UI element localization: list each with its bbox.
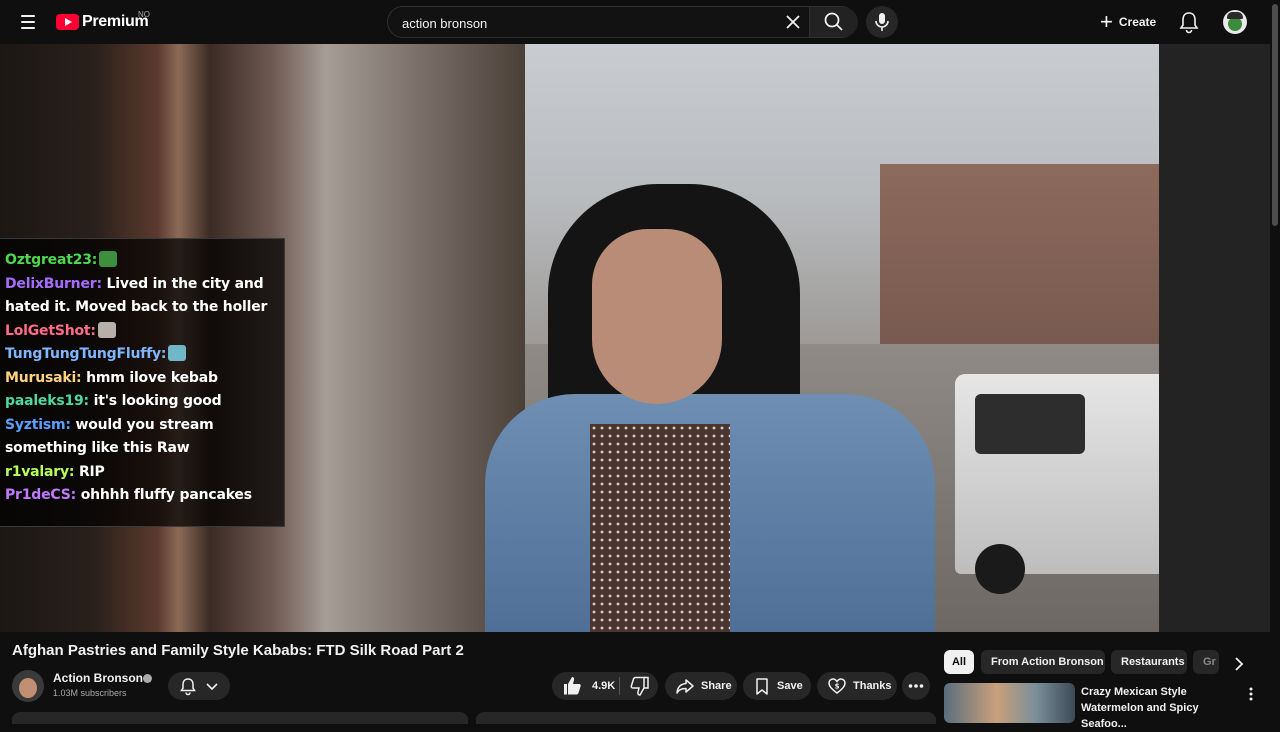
create-label: Create	[1118, 15, 1157, 29]
more-horizontal-icon	[908, 684, 924, 688]
search-box	[387, 6, 858, 39]
chat-text: hated it. Moved back to the holler	[5, 299, 268, 315]
thumbs-down-icon	[630, 676, 649, 696]
chat-message: Oztgreat23:	[5, 249, 118, 271]
related-video-thumbnail[interactable]	[944, 683, 1075, 723]
chat-message: something like this Raw	[5, 437, 190, 459]
channel-name[interactable]: Action Bronson	[53, 671, 143, 685]
thumbs-up-icon	[564, 677, 581, 695]
page-scrollbar[interactable]	[1270, 0, 1280, 720]
share-icon	[676, 679, 694, 694]
chat-username: Murusaki:	[5, 369, 82, 386]
chat-username: TungTungTungFluffy:	[5, 346, 167, 362]
chip-from-action-bronson[interactable]: From Action Bronson	[981, 650, 1105, 674]
region-code: NO	[138, 10, 150, 19]
share-button[interactable]: Share	[665, 672, 737, 700]
video-title: Afghan Pastries and Family Style Kababs:…	[12, 642, 464, 659]
chat-message: LolGetShot:	[5, 320, 116, 342]
notifications-bell-icon[interactable]	[1178, 10, 1200, 34]
search-input[interactable]	[400, 7, 774, 39]
chat-username: r1valary:	[5, 463, 75, 480]
youtube-premium-logo[interactable]: Premium	[56, 12, 149, 32]
dislike-button[interactable]	[622, 672, 658, 700]
chat-emote-icon	[168, 345, 187, 361]
video-player[interactable]: Oztgreat23: DelixBurner: Lived in the cit…	[0, 44, 1270, 632]
chevron-down-icon	[206, 683, 218, 691]
voice-search-button[interactable]	[866, 6, 898, 38]
chat-username: Oztgreat23:	[5, 252, 98, 268]
subscription-notifications-button[interactable]	[168, 672, 230, 700]
chat-username: Pr1deCS:	[5, 487, 77, 503]
chat-username: Syztism:	[5, 416, 71, 433]
thanks-label: Thanks	[853, 680, 892, 692]
search-icon	[824, 12, 843, 31]
account-avatar[interactable]	[1223, 10, 1247, 34]
chip-restaurants[interactable]: Restaurants	[1111, 650, 1187, 674]
chat-text: something like this Raw	[5, 440, 190, 456]
chat-text: Lived in the city and	[101, 275, 264, 292]
more-vertical-icon[interactable]	[1244, 686, 1258, 702]
verified-badge-icon	[143, 674, 152, 683]
subscriber-count: 1.03M subscribers	[53, 688, 127, 698]
chat-username: LolGetShot:	[5, 322, 96, 339]
chat-message: DelixBurner: Lived in the city and	[5, 273, 264, 295]
like-dislike-group: 4.9K	[552, 672, 658, 700]
chat-text: it's looking good	[88, 393, 222, 409]
chat-message: Syztism: would you stream	[5, 414, 214, 436]
chevron-right-icon[interactable]	[1228, 654, 1248, 674]
like-count: 4.9K	[592, 680, 616, 692]
create-button[interactable]: + Create	[1092, 6, 1164, 38]
comments-box[interactable]	[476, 712, 936, 724]
chat-text: would you stream	[70, 416, 214, 433]
youtube-play-icon	[56, 14, 79, 30]
chat-emote-icon	[97, 321, 116, 338]
scrollbar-thumb[interactable]	[1272, 4, 1278, 226]
top-bar: Premium NO + Create	[0, 0, 1280, 44]
more-actions-button[interactable]	[902, 672, 930, 700]
chat-text: RIP	[74, 463, 105, 480]
save-button[interactable]: Save	[743, 672, 811, 700]
channel-avatar[interactable]	[12, 670, 44, 702]
description-box[interactable]	[12, 712, 468, 724]
thanks-button[interactable]: $ Thanks	[817, 672, 897, 700]
svg-text:$: $	[835, 683, 840, 691]
chat-emote-icon	[99, 251, 118, 267]
microphone-icon	[875, 13, 889, 31]
chat-text: ohhhh fluffy pancakes	[76, 487, 252, 503]
chip-partial[interactable]: Gr	[1193, 650, 1219, 674]
share-label: Share	[701, 680, 732, 692]
bell-icon	[180, 678, 218, 696]
chat-message: TungTungTungFluffy:	[5, 343, 187, 365]
chat-message: r1valary: RIP	[5, 461, 105, 483]
super-thanks-heart-icon: $	[828, 678, 846, 694]
chat-username: DelixBurner:	[5, 275, 102, 292]
search-button[interactable]	[809, 7, 858, 37]
save-label: Save	[777, 680, 803, 692]
menu-icon[interactable]	[14, 10, 42, 34]
like-button[interactable]: 4.9K	[552, 672, 618, 700]
plus-icon: +	[1100, 9, 1113, 34]
clear-search-icon[interactable]	[784, 13, 802, 31]
chat-message: Pr1deCS: ohhhh fluffy pancakes	[5, 484, 252, 506]
chat-message: paaleks19: it's looking good	[5, 390, 222, 412]
chat-text: hmm ilove kebab	[81, 369, 218, 386]
bookmark-icon	[756, 678, 768, 695]
chat-message: hated it. Moved back to the holler	[5, 296, 267, 318]
chat-message: Murusaki: hmm ilove kebab	[5, 367, 218, 389]
chat-username: paaleks19:	[5, 393, 89, 409]
stream-chat-overlay: Oztgreat23: DelixBurner: Lived in the cit…	[0, 238, 285, 527]
chip-all[interactable]: All	[944, 650, 974, 674]
related-video-title[interactable]: Crazy Mexican Style Watermelon and Spicy…	[1081, 684, 1241, 732]
